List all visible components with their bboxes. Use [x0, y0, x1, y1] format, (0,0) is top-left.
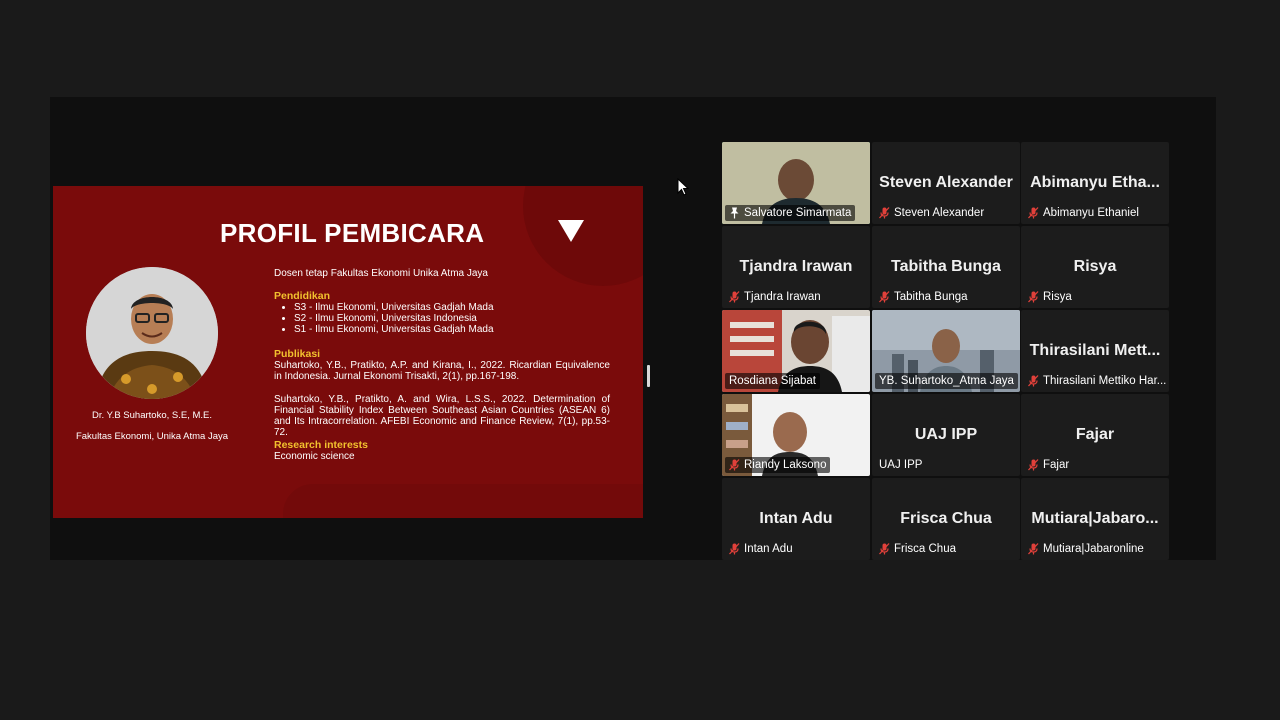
participant-name-label: YB. Suhartoko_Atma Jaya [875, 373, 1018, 389]
bio-intro: Dosen tetap Fakultas Ekonomi Unika Atma … [274, 268, 488, 279]
shared-slide: PROFIL PEMBICARA Dr. Y.B Suhartoko, S.E,… [53, 186, 643, 518]
participant-name: Tjandra Irawan [744, 291, 821, 303]
participant-gallery: Salvatore Simarmata Steven Alexander Steve… [722, 142, 1170, 562]
participant-name: Risya [1043, 291, 1072, 303]
speaker-bio: Dosen tetap Fakultas Ekonomi Unika Atma … [274, 268, 610, 462]
education-item: S1 - Ilmu Ekonomi, Universitas Gadjah Ma… [294, 324, 610, 335]
participant-display-name: Abimanyu Etha... [1030, 174, 1160, 191]
participant-name: Frisca Chua [894, 543, 956, 555]
participant-name-label: Frisca Chua [875, 541, 960, 557]
mic-muted-icon [1028, 543, 1039, 555]
participant-name: Tabitha Bunga [894, 291, 968, 303]
participant-display-name: UAJ IPP [914, 426, 978, 443]
participant-name-label: Thirasilani Mettiko Har... [1024, 373, 1169, 389]
participant-tile[interactable]: Steven Alexander Steven Alexander [872, 142, 1020, 224]
participant-tile[interactable]: Riandy Laksono [722, 394, 870, 476]
participant-display-name: Tjandra Irawan [739, 258, 853, 275]
participant-name-label: Tabitha Bunga [875, 289, 972, 305]
participant-tile[interactable]: Risya Risya [1021, 226, 1169, 308]
participant-name: Fajar [1043, 459, 1070, 471]
participant-display-name: Tabitha Bunga [891, 258, 1001, 275]
participant-name-label: UAJ IPP [875, 457, 926, 473]
mic-muted-icon [1028, 375, 1039, 387]
mic-muted-icon [1028, 207, 1039, 219]
publications-heading: Publikasi [274, 348, 321, 360]
participant-name: UAJ IPP [879, 459, 923, 471]
participant-name: Riandy Laksono [744, 459, 827, 471]
mic-muted-icon [1028, 291, 1039, 303]
slide-title: PROFIL PEMBICARA [220, 218, 485, 248]
participant-tile[interactable]: Tabitha Bunga Tabitha Bunga [872, 226, 1020, 308]
participant-name: Thirasilani Mettiko Har... [1043, 375, 1167, 387]
participant-display-name: Mutiara|Jabaro... [1031, 510, 1159, 527]
participant-display-name: Fajar [1075, 426, 1115, 443]
participant-name: Intan Adu [744, 543, 793, 555]
participant-tile[interactable]: Tjandra Irawan Tjandra Irawan [722, 226, 870, 308]
split-view-handle[interactable] [647, 365, 650, 387]
participant-name-label: Abimanyu Ethaniel [1024, 205, 1143, 221]
education-item: S3 - Ilmu Ekonomi, Universitas Gadjah Ma… [294, 302, 610, 313]
education-heading: Pendidikan [274, 290, 331, 302]
speaker-name: Dr. Y.B Suhartoko, S.E, M.E. [91, 410, 213, 421]
participant-name-label: Mutiara|Jabaronline [1024, 541, 1148, 557]
education-item: S2 - Ilmu Ekonomi, Universitas Indonesia [294, 313, 610, 324]
participant-name-label: Riandy Laksono [725, 457, 831, 473]
slide-decoration [283, 484, 643, 518]
mic-muted-icon [879, 543, 890, 555]
participant-tile[interactable]: Abimanyu Etha... Abimanyu Ethaniel [1021, 142, 1169, 224]
mouse-cursor-icon [677, 178, 689, 196]
participant-name: Mutiara|Jabaronline [1043, 543, 1144, 555]
participant-display-name: Risya [1073, 258, 1117, 275]
participant-display-name: Intan Adu [759, 510, 833, 527]
participant-name-label: Tjandra Irawan [725, 289, 825, 305]
participant-tile[interactable]: Mutiara|Jabaro... Mutiara|Jabaronline [1021, 478, 1169, 560]
mic-muted-icon [879, 207, 890, 219]
triangle-icon [558, 220, 584, 242]
pin-icon [730, 207, 739, 219]
participant-tile[interactable]: Salvatore Simarmata [722, 142, 870, 224]
participant-name-label: Intan Adu [725, 541, 797, 557]
participant-tile[interactable]: Fajar Fajar [1021, 394, 1169, 476]
speaker-affiliation: Fakultas Ekonomi, Unika Atma Jaya [75, 431, 229, 442]
education-list: S3 - Ilmu Ekonomi, Universitas Gadjah Ma… [274, 302, 610, 335]
participant-name: Rosdiana Sijabat [729, 375, 816, 387]
participant-name-label: Risya [1024, 289, 1076, 305]
participant-name: Abimanyu Ethaniel [1043, 207, 1139, 219]
participant-tile[interactable]: Rosdiana Sijabat [722, 310, 870, 392]
participant-name: Salvatore Simarmata [744, 207, 852, 219]
participant-tile[interactable]: UAJ IPP UAJ IPP [872, 394, 1020, 476]
research-interests: Economic science [274, 451, 355, 462]
participant-name-label: Rosdiana Sijabat [725, 373, 820, 389]
participant-name-label: Salvatore Simarmata [725, 205, 856, 221]
publication-item: Suhartoko, Y.B., Pratikto, A. and Wira, … [274, 394, 610, 438]
participant-tile[interactable]: YB. Suhartoko_Atma Jaya [872, 310, 1020, 392]
participant-name-label: Steven Alexander [875, 205, 988, 221]
mic-muted-icon [1028, 459, 1039, 471]
participant-display-name: Frisca Chua [900, 510, 992, 527]
participant-name-label: Fajar [1024, 457, 1073, 473]
mic-muted-icon [729, 543, 740, 555]
participant-name: Steven Alexander [894, 207, 985, 219]
mic-muted-icon [879, 291, 890, 303]
participant-display-name: Steven Alexander [879, 174, 1013, 191]
speaker-photo [86, 267, 218, 399]
participant-display-name: Thirasilani Mett... [1029, 342, 1161, 359]
research-heading: Research interests [274, 439, 368, 451]
mic-muted-icon [729, 459, 740, 471]
participant-tile[interactable]: Frisca Chua Frisca Chua [872, 478, 1020, 560]
participant-name: YB. Suhartoko_Atma Jaya [879, 375, 1014, 387]
mic-muted-icon [729, 291, 740, 303]
publication-item: Suhartoko, Y.B., Pratikto, A.P. and Kira… [274, 360, 610, 382]
participant-tile[interactable]: Intan Adu Intan Adu [722, 478, 870, 560]
participant-tile[interactable]: Thirasilani Mett... Thirasilani Mettiko H… [1021, 310, 1169, 392]
